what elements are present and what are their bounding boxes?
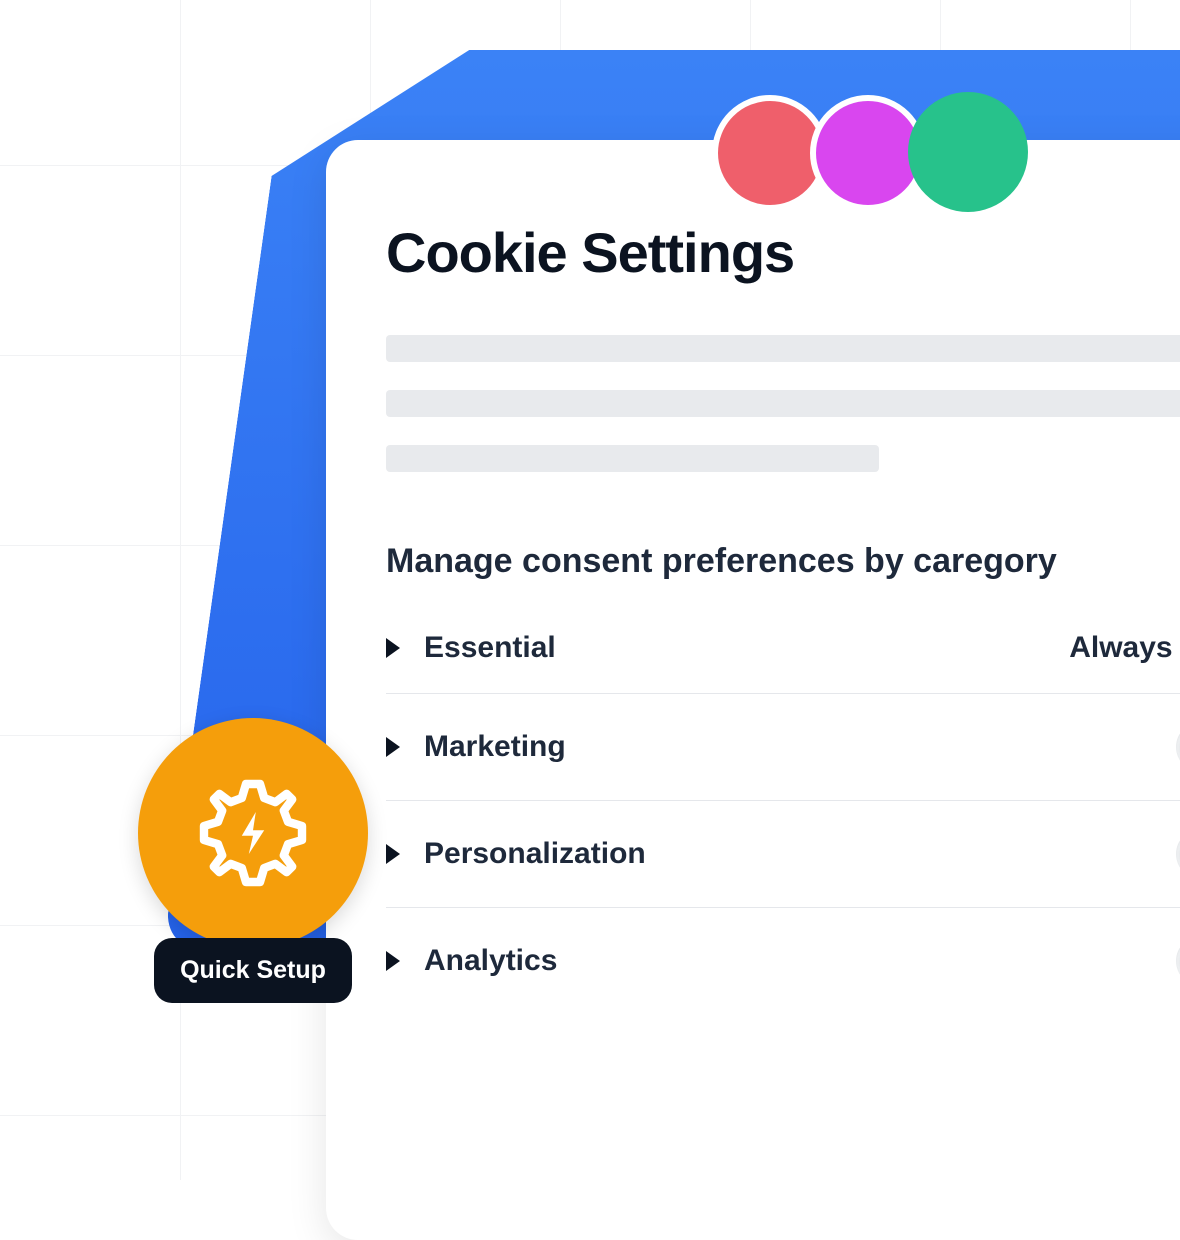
circle-green bbox=[908, 92, 1028, 212]
always-active-label: Always active bbox=[1069, 631, 1180, 665]
description-placeholder bbox=[386, 335, 1180, 472]
card-title: Cookie Settings bbox=[386, 220, 1180, 285]
gear-bolt-icon bbox=[183, 763, 323, 903]
marketing-toggle[interactable] bbox=[1176, 722, 1180, 772]
skeleton-line bbox=[386, 390, 1180, 417]
cookie-settings-card: Cookie Settings Manage consent preferenc… bbox=[326, 140, 1180, 1240]
quick-setup-badge[interactable]: Quick Setup bbox=[138, 718, 368, 1003]
decorative-circles bbox=[712, 95, 1028, 212]
chevron-right-icon bbox=[386, 844, 400, 864]
category-label: Essential bbox=[424, 631, 556, 665]
category-label: Marketing bbox=[424, 730, 566, 764]
category-marketing[interactable]: Marketing bbox=[386, 694, 1180, 801]
skeleton-line bbox=[386, 445, 879, 472]
skeleton-line bbox=[386, 335, 1180, 362]
category-analytics[interactable]: Analytics bbox=[386, 908, 1180, 1014]
quick-setup-label: Quick Setup bbox=[154, 938, 352, 1003]
chevron-right-icon bbox=[386, 737, 400, 757]
manage-subtitle: Manage consent preferences by caregory bbox=[386, 542, 1180, 581]
chevron-right-icon bbox=[386, 638, 400, 658]
category-list: Essential Always active Marketing Person… bbox=[386, 623, 1180, 1014]
gear-circle bbox=[138, 718, 368, 948]
personalization-toggle[interactable] bbox=[1176, 829, 1180, 879]
category-label: Personalization bbox=[424, 837, 646, 871]
category-label: Analytics bbox=[424, 944, 557, 978]
category-personalization[interactable]: Personalization bbox=[386, 801, 1180, 908]
chevron-right-icon bbox=[386, 951, 400, 971]
analytics-toggle[interactable] bbox=[1176, 936, 1180, 986]
category-essential[interactable]: Essential Always active bbox=[386, 623, 1180, 694]
